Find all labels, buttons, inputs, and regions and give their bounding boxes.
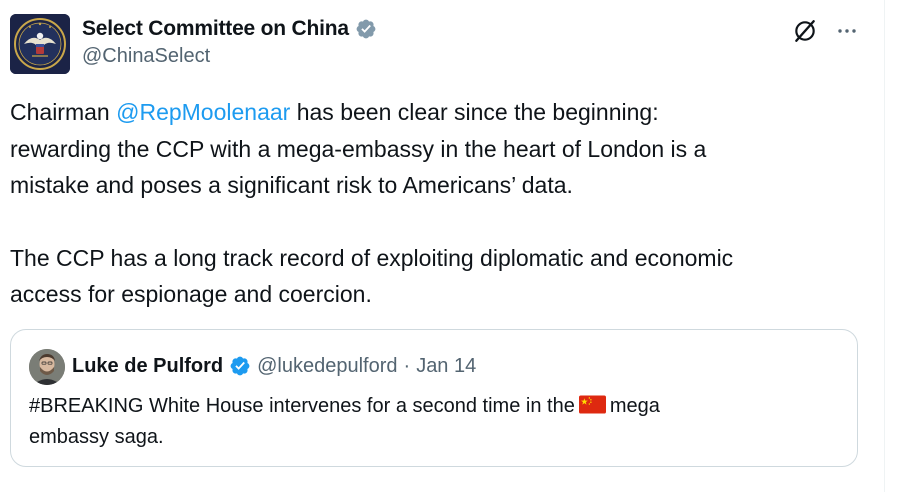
quoted-text-segment: #BREAKING White House intervenes for a s… [29, 395, 575, 417]
verified-badge-icon[interactable] [229, 355, 251, 377]
tweet-text-segment: has been clear since the beginning: [290, 99, 659, 125]
separator-dot: · [403, 354, 411, 377]
grok-button[interactable] [790, 16, 820, 46]
grok-icon [795, 20, 815, 42]
tweet-text-segment: Chairman [10, 99, 117, 125]
quoted-tweet[interactable]: Luke de Pulford @lukedepulford · Jan 14 … [10, 329, 858, 467]
mention-link[interactable]: @RepMoolenaar [116, 99, 290, 125]
avatar[interactable] [10, 14, 70, 74]
quoted-date[interactable]: Jan 14 [416, 355, 476, 378]
quoted-display-name[interactable]: Luke de Pulford [72, 355, 223, 378]
committee-seal-icon [10, 14, 70, 74]
quoted-text-segment: mega [609, 395, 660, 417]
author-display-name[interactable]: Select Committee on China [82, 17, 349, 41]
quoted-avatar[interactable] [29, 349, 65, 385]
quoted-text-segment: embassy saga. [29, 426, 164, 448]
tweet-text-segment: access for espionage and coercion. [10, 281, 372, 307]
more-icon [838, 29, 856, 33]
author-name-row: Select Committee on China [82, 14, 377, 44]
quoted-handle[interactable]: @lukedepulford [257, 355, 397, 378]
more-button[interactable] [832, 16, 862, 46]
tweet-paragraph-2: The CCP has a long track record of explo… [10, 240, 870, 313]
quoted-header: Luke de Pulford @lukedepulford · Jan 14 [72, 351, 476, 381]
tweet-text-segment: The CCP has a long track record of explo… [10, 244, 734, 271]
quoted-text: #BREAKING White House intervenes for a s… [29, 391, 829, 453]
tweet-text-segment: mistake and poses a significant risk to … [10, 172, 573, 198]
tweet-text: Chairman @RepMoolenaar has been clear si… [10, 94, 870, 313]
quoted-avatar-photo [29, 349, 65, 385]
author-handle[interactable]: @ChinaSelect [82, 45, 210, 68]
timeline-divider [884, 0, 885, 492]
verified-badge-icon[interactable] [355, 18, 377, 40]
tweet-text-segment: rewarding the CCP with a mega-embassy in… [10, 135, 707, 162]
china-flag-icon [578, 395, 606, 414]
tweet-paragraph-1: Chairman @RepMoolenaar has been clear si… [10, 94, 870, 204]
